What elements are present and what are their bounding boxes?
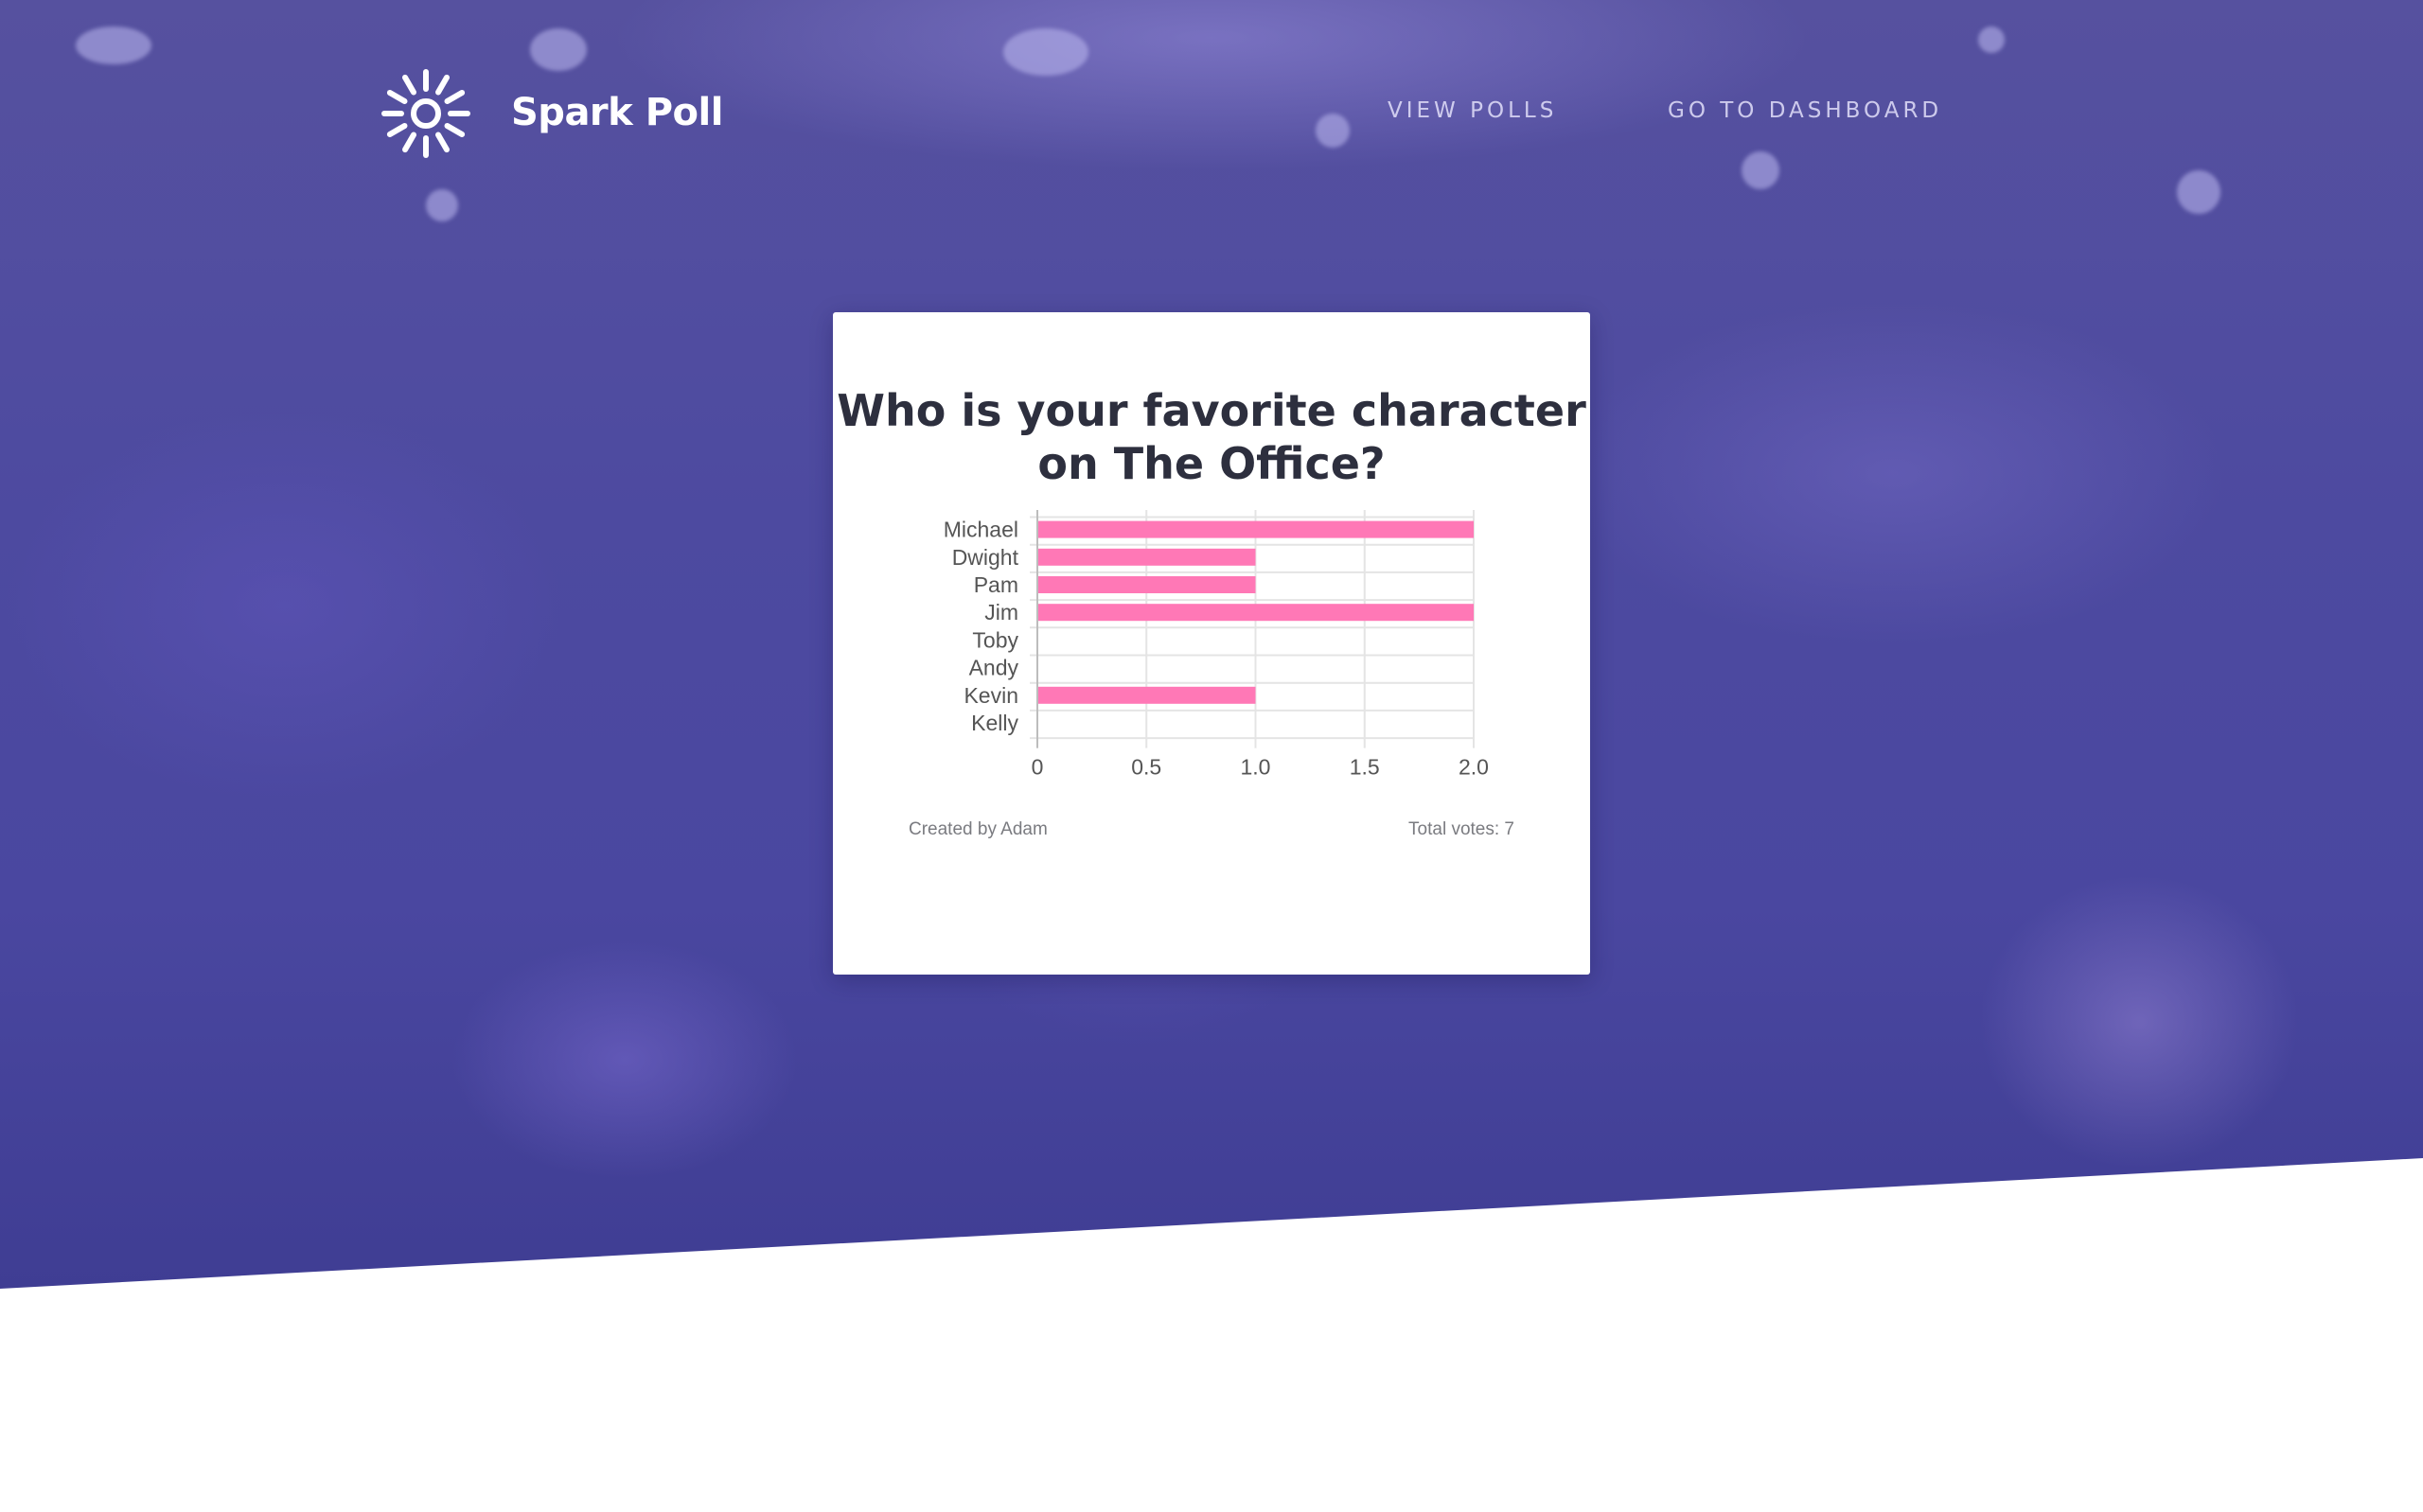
bokeh-light bbox=[1316, 114, 1350, 148]
nav-go-to-dashboard[interactable]: GO TO DASHBOARD bbox=[1668, 98, 1942, 123]
sun-ray bbox=[386, 123, 408, 137]
sun-icon[interactable] bbox=[379, 66, 473, 161]
poll-card: Who is your favorite character on The Of… bbox=[833, 312, 1590, 975]
poll-total-votes: Total votes: 7 bbox=[1408, 819, 1514, 839]
bar-dwight bbox=[1037, 548, 1256, 566]
bar-kevin bbox=[1037, 686, 1256, 704]
y-tick-label: Kelly bbox=[971, 711, 1018, 735]
sun-ray bbox=[435, 74, 450, 96]
y-tick-label: Pam bbox=[974, 572, 1018, 597]
bokeh-light bbox=[76, 26, 151, 64]
x-tick-label: 2.0 bbox=[1459, 755, 1489, 780]
sun-ray bbox=[402, 132, 416, 153]
x-tick-label: 0.5 bbox=[1131, 755, 1161, 780]
bar-jim bbox=[1037, 604, 1474, 622]
poll-author: Created by Adam bbox=[909, 819, 1048, 839]
nav-view-polls[interactable]: VIEW POLLS bbox=[1388, 98, 1557, 123]
bar-michael bbox=[1037, 520, 1474, 538]
poll-results-chart: 0 0.5 1.0 1.5 2.0 Michael DwightPam Jim Toby Andy… bbox=[944, 510, 1489, 780]
y-tick-label: Kevin bbox=[964, 683, 1018, 708]
sun-ray bbox=[386, 90, 408, 104]
y-tick-label: Michael bbox=[944, 518, 1018, 542]
bokeh-light bbox=[530, 28, 587, 71]
brand-name[interactable]: Spark Poll bbox=[511, 91, 723, 134]
y-tick-label: Dwight bbox=[952, 545, 1019, 570]
x-tick-label: 1.5 bbox=[1350, 755, 1380, 780]
y-tick-label: Toby bbox=[972, 627, 1018, 652]
bar-pam bbox=[1037, 576, 1256, 593]
sun-ray bbox=[435, 132, 450, 153]
sun-ray bbox=[444, 123, 466, 137]
bokeh-light bbox=[1742, 151, 1779, 189]
y-tick-label: Jim bbox=[984, 600, 1018, 624]
bokeh-light bbox=[426, 189, 458, 221]
bokeh-light bbox=[2177, 170, 2220, 214]
x-tick-label: 0 bbox=[1032, 755, 1044, 780]
x-tick-label: 1.0 bbox=[1241, 755, 1271, 780]
bokeh-light bbox=[1978, 26, 2005, 53]
page: Spark Poll VIEW POLLS GO TO DASHBOARD Wh… bbox=[0, 0, 2423, 1512]
sun-ray bbox=[402, 74, 416, 96]
sun-ray bbox=[444, 90, 466, 104]
bokeh-light bbox=[1003, 28, 1088, 76]
y-tick-label: Andy bbox=[969, 656, 1019, 680]
